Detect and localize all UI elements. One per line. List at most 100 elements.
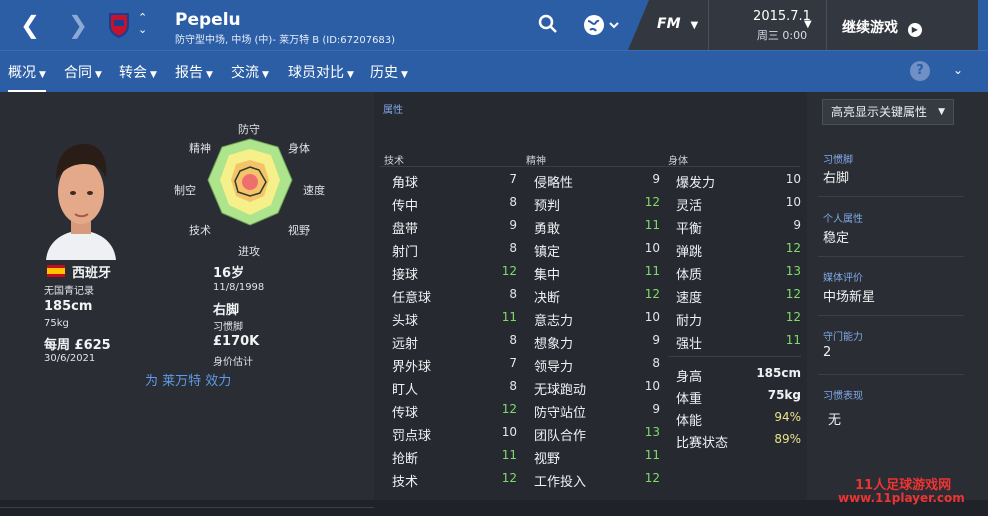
- plays-for-link[interactable]: 为 莱万特 效力: [145, 370, 231, 389]
- attribute-value: 13: [644, 425, 660, 439]
- attribute-value: 11: [644, 448, 660, 462]
- highlight-key-attributes-button[interactable]: 高亮显示关键属性 ▼: [822, 99, 954, 125]
- attribute-row[interactable]: 传中 8: [392, 195, 517, 218]
- media-value: 中场新星: [823, 290, 876, 305]
- attribute-name: 角球: [392, 176, 419, 191]
- media-title: 媒体评价: [823, 273, 863, 284]
- attribute-row[interactable]: 预判 12: [534, 195, 660, 218]
- tab-compare[interactable]: 球员对比 ▼: [288, 62, 354, 82]
- attribute-row[interactable]: 勇敢 11: [534, 218, 660, 241]
- age-value: 16岁: [213, 266, 245, 281]
- attribute-row[interactable]: 爆发力 10: [676, 172, 801, 195]
- attribute-name: 抢断: [392, 452, 419, 467]
- tab-label: 交流: [231, 65, 259, 81]
- attribute-row[interactable]: 头球 11: [392, 310, 517, 333]
- player-switch-icon[interactable]: ⌃ ⌄: [138, 12, 147, 36]
- tab-history[interactable]: 历史 ▼: [370, 62, 408, 82]
- tab-contract[interactable]: 合同 ▼: [64, 62, 102, 82]
- divider: [818, 196, 964, 197]
- attribute-row[interactable]: 视野 11: [534, 448, 660, 471]
- stat-name: 比赛状态: [676, 436, 729, 451]
- attribute-row[interactable]: 技术 12: [392, 471, 517, 494]
- attribute-row[interactable]: 想象力 9: [534, 333, 660, 356]
- chevron-down-icon[interactable]: ▼: [804, 19, 812, 30]
- attribute-row[interactable]: 盯人 8: [392, 379, 517, 402]
- tab-label: 概况: [8, 65, 36, 81]
- attribute-row[interactable]: 决断 12: [534, 287, 660, 310]
- attribute-name: 弹跳: [676, 245, 703, 260]
- tab-interaction[interactable]: 交流 ▼: [231, 62, 269, 82]
- attribute-value: 8: [509, 287, 517, 301]
- attribute-row[interactable]: 灵活 10: [676, 195, 801, 218]
- forward-icon[interactable]: ❯: [68, 0, 88, 50]
- help-icon[interactable]: ?: [910, 61, 930, 81]
- tab-overview[interactable]: 概况 ▼: [8, 62, 46, 92]
- attribute-value: 8: [509, 241, 517, 255]
- search-icon[interactable]: [538, 14, 558, 38]
- attribute-name: 盯人: [392, 383, 419, 398]
- goalkeeping-value: 2: [823, 345, 832, 360]
- attribute-row[interactable]: 界外球 7: [392, 356, 517, 379]
- attribute-value: 11: [644, 264, 660, 278]
- attributes-title: 属性: [383, 105, 403, 116]
- attribute-row[interactable]: 抢断 11: [392, 448, 517, 471]
- attribute-row[interactable]: 射门 8: [392, 241, 517, 264]
- radar-label-physical: 身体: [288, 142, 310, 155]
- attribute-row[interactable]: 镇定 10: [534, 241, 660, 264]
- attribute-row[interactable]: 任意球 8: [392, 287, 517, 310]
- attribute-row[interactable]: 角球 7: [392, 172, 517, 195]
- chevron-down-icon: ▼: [39, 70, 46, 80]
- value-amount: £170K: [213, 334, 260, 349]
- tab-label: 转会: [119, 65, 147, 81]
- contract-end: 30/6/2021: [44, 353, 96, 364]
- attribute-row[interactable]: 罚点球 10: [392, 425, 517, 448]
- chevron-down-icon[interactable]: ⌄: [953, 63, 963, 77]
- fm-menu-button[interactable]: FM ▼: [657, 16, 698, 32]
- attribute-name: 灵活: [676, 199, 703, 214]
- attribute-row[interactable]: 领导力 8: [534, 356, 660, 379]
- attribute-row[interactable]: 盘带 9: [392, 218, 517, 241]
- divider: [380, 166, 800, 167]
- player-photo: [36, 130, 126, 260]
- attribute-row[interactable]: 远射 8: [392, 333, 517, 356]
- attribute-value: 10: [785, 195, 801, 209]
- attribute-row[interactable]: 防守站位 9: [534, 402, 660, 425]
- attribute-row[interactable]: 侵略性 9: [534, 172, 660, 195]
- attribute-row[interactable]: 体质 13: [676, 264, 801, 287]
- attribute-value: 9: [509, 218, 517, 232]
- tab-reports[interactable]: 报告 ▼: [175, 62, 213, 82]
- spain-flag-icon: [47, 265, 65, 277]
- attribute-row[interactable]: 传球 12: [392, 402, 517, 425]
- stat-name: 体重: [676, 392, 703, 407]
- attribute-row[interactable]: 接球 12: [392, 264, 517, 287]
- attribute-row[interactable]: 平衡 9: [676, 218, 801, 241]
- attribute-value: 13: [785, 264, 801, 278]
- attribute-row[interactable]: 强壮 11: [676, 333, 801, 356]
- stat-value: 94%: [774, 410, 801, 424]
- attribute-row[interactable]: 集中 11: [534, 264, 660, 287]
- tab-label: 历史: [370, 65, 398, 81]
- player-subtitle: 防守型中场, 中场 (中)- 莱万特 B (ID:67207683): [175, 35, 396, 46]
- attribute-row[interactable]: 速度 12: [676, 287, 801, 310]
- attribute-name: 界外球: [392, 360, 432, 375]
- personality-value: 稳定: [823, 231, 850, 246]
- form-value: 无: [828, 413, 842, 428]
- back-icon[interactable]: ❮: [20, 0, 40, 50]
- tab-transfer[interactable]: 转会 ▼: [119, 62, 157, 82]
- attribute-row[interactable]: 团队合作 13: [534, 425, 660, 448]
- technical-header: 技术: [384, 156, 404, 167]
- attribute-row[interactable]: 意志力 10: [534, 310, 660, 333]
- attribute-row[interactable]: 耐力 12: [676, 310, 801, 333]
- attribute-row[interactable]: 无球跑动 10: [534, 379, 660, 402]
- attribute-value: 12: [644, 195, 660, 209]
- attribute-row[interactable]: 弹跳 12: [676, 241, 801, 264]
- attribute-name: 射门: [392, 245, 419, 260]
- radar-label-technique: 技术: [189, 224, 211, 237]
- globe-icon[interactable]: [582, 13, 622, 41]
- goalkeeping-title: 守门能力: [823, 332, 863, 343]
- continue-button[interactable]: 继续游戏 ▶: [842, 17, 922, 37]
- attribute-row[interactable]: 工作投入 12: [534, 471, 660, 494]
- divider: [0, 507, 374, 508]
- attribute-value: 10: [644, 241, 660, 255]
- attribute-value: 9: [793, 218, 801, 232]
